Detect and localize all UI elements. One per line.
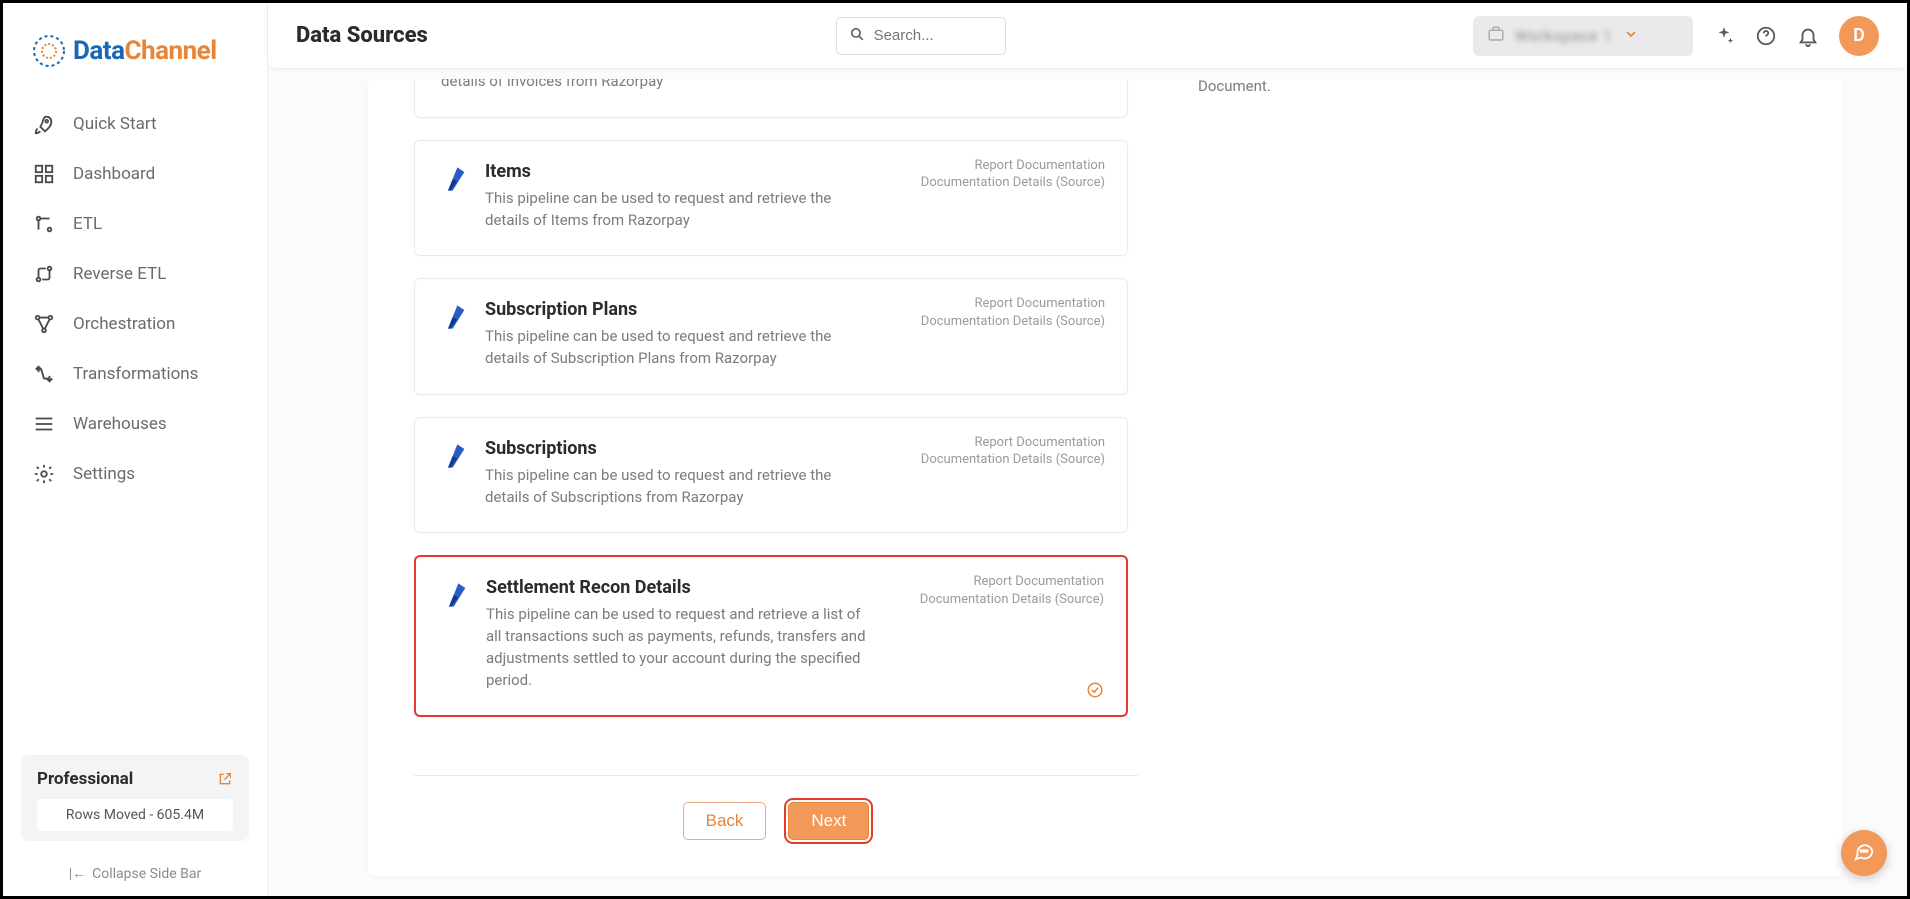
sidebar: DataChannel Quick Start Dashboard ETL Re…	[3, 3, 268, 896]
sidebar-item-label: Transformations	[73, 364, 198, 384]
orchestration-icon	[33, 313, 55, 335]
doc-details-link[interactable]: Documentation Details (Source)	[921, 174, 1105, 192]
sidebar-item-settings[interactable]: Settings	[13, 449, 257, 499]
brand-text: DataChannel	[73, 36, 217, 66]
logo-icon	[31, 33, 67, 69]
pipeline-desc: This pipeline can be used to request and…	[485, 465, 865, 509]
doc-details-link[interactable]: Documentation Details (Source)	[921, 451, 1105, 469]
workspace-name: Workspace 1	[1515, 27, 1613, 45]
pipeline-desc: This pipeline can be used to request and…	[485, 188, 865, 232]
external-link-icon[interactable]	[217, 771, 233, 787]
pipeline-card[interactable]: details of Invoices from Razorpay	[414, 79, 1128, 118]
chat-bubble[interactable]	[1841, 830, 1887, 876]
reverse-etl-icon	[33, 263, 55, 285]
sidebar-item-orchestration[interactable]: Orchestration	[13, 299, 257, 349]
doc-details-link[interactable]: Documentation Details (Source)	[920, 591, 1104, 609]
sidebar-item-label: Quick Start	[73, 114, 157, 134]
razorpay-icon	[441, 165, 469, 193]
side-note: Document.	[1168, 77, 1843, 876]
warehouse-icon	[33, 413, 55, 435]
search-icon	[849, 26, 866, 46]
content-panel: details of Invoices from Razorpay Items …	[368, 79, 1843, 876]
briefcase-icon	[1487, 25, 1505, 47]
chevron-down-icon	[1623, 26, 1639, 46]
sidebar-item-label: Orchestration	[73, 314, 175, 334]
plan-card: Professional Rows Moved - 605.4M	[21, 755, 249, 841]
page-title: Data Sources	[296, 23, 476, 48]
next-button[interactable]: Next	[788, 802, 869, 840]
check-circle-icon	[1086, 681, 1104, 699]
sidebar-item-etl[interactable]: ETL	[13, 199, 257, 249]
bell-icon[interactable]	[1797, 25, 1819, 47]
topbar: Data Sources Workspace 1 D	[268, 3, 1907, 69]
report-doc-link[interactable]: Report Documentation	[921, 295, 1105, 313]
brand-logo[interactable]: DataChannel	[3, 23, 267, 99]
report-doc-link[interactable]: Report Documentation	[921, 434, 1105, 452]
transformations-icon	[33, 363, 55, 385]
collapse-label: Collapse Side Bar	[92, 866, 201, 882]
sidebar-item-dashboard[interactable]: Dashboard	[13, 149, 257, 199]
sidebar-item-quick-start[interactable]: Quick Start	[13, 99, 257, 149]
chat-icon	[1853, 840, 1875, 866]
report-doc-link[interactable]: Report Documentation	[920, 573, 1104, 591]
search-box[interactable]	[836, 17, 1006, 55]
sidebar-item-label: Reverse ETL	[73, 264, 166, 284]
back-button[interactable]: Back	[683, 802, 767, 840]
pipeline-card-settlement-recon[interactable]: Settlement Recon Details This pipeline c…	[414, 555, 1128, 717]
sidebar-item-label: Dashboard	[73, 164, 155, 184]
grid-icon	[33, 163, 55, 185]
rocket-icon	[33, 113, 55, 135]
razorpay-icon	[441, 442, 469, 470]
razorpay-icon	[442, 581, 470, 609]
main-nav: Quick Start Dashboard ETL Reverse ETL Or…	[3, 99, 267, 745]
divider	[414, 775, 1138, 776]
plan-rows-moved: Rows Moved - 605.4M	[37, 799, 233, 831]
gear-icon	[33, 463, 55, 485]
sidebar-item-label: ETL	[73, 214, 102, 234]
sidebar-item-label: Settings	[73, 464, 135, 484]
razorpay-icon	[441, 303, 469, 331]
sparkle-icon[interactable]	[1713, 25, 1735, 47]
pipeline-card-items[interactable]: Items This pipeline can be used to reque…	[414, 140, 1128, 257]
pipeline-card-subscription-plans[interactable]: Subscription Plans This pipeline can be …	[414, 278, 1128, 395]
collapse-icon: |←	[69, 865, 86, 882]
pipeline-desc: This pipeline can be used to request and…	[486, 604, 866, 691]
sidebar-item-warehouses[interactable]: Warehouses	[13, 399, 257, 449]
doc-details-link[interactable]: Documentation Details (Source)	[921, 313, 1105, 331]
pipeline-desc: This pipeline can be used to request and…	[485, 326, 865, 370]
etl-icon	[33, 213, 55, 235]
plan-title: Professional	[37, 769, 133, 789]
report-doc-link[interactable]: Report Documentation	[921, 157, 1105, 175]
sidebar-item-label: Warehouses	[73, 414, 167, 434]
pipeline-list[interactable]: details of Invoices from Razorpay Items …	[414, 79, 1138, 765]
sidebar-item-reverse-etl[interactable]: Reverse ETL	[13, 249, 257, 299]
pipeline-desc: details of Invoices from Razorpay	[441, 79, 821, 93]
help-icon[interactable]	[1755, 25, 1777, 47]
workspace-selector[interactable]: Workspace 1	[1473, 16, 1693, 56]
pipeline-card-subscriptions[interactable]: Subscriptions This pipeline can be used …	[414, 417, 1128, 534]
collapse-sidebar[interactable]: |← Collapse Side Bar	[3, 851, 267, 886]
search-input[interactable]	[874, 27, 993, 44]
user-avatar[interactable]: D	[1839, 16, 1879, 56]
sidebar-item-transformations[interactable]: Transformations	[13, 349, 257, 399]
